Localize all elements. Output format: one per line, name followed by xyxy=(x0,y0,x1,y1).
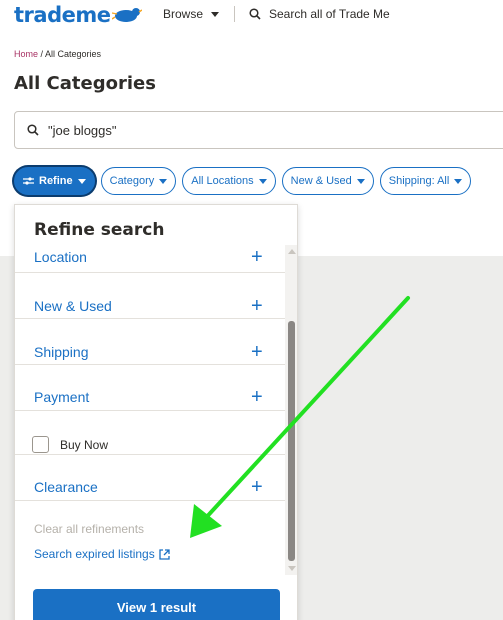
top-navigation: trademe Browse Search all of Trade Me xyxy=(0,0,503,32)
condition-label: New & Used xyxy=(290,175,352,187)
clear-all-refinements: Clear all refinements xyxy=(34,522,145,536)
refine-panel-title: Refine search xyxy=(34,220,165,240)
plus-icon: + xyxy=(251,295,263,317)
plus-icon: + xyxy=(251,476,263,498)
trademe-logo[interactable]: trademe xyxy=(14,2,143,28)
refine-label: Refine xyxy=(39,175,73,187)
view-results-button[interactable]: View 1 result xyxy=(33,589,280,620)
category-filter[interactable]: Category xyxy=(100,167,177,195)
refine-row-label: New & Used xyxy=(34,298,112,314)
plus-icon: + xyxy=(251,386,263,408)
refine-row-label: Location xyxy=(34,249,87,265)
category-label: Category xyxy=(109,175,155,187)
refine-row-label: Shipping xyxy=(34,344,89,360)
sliders-icon xyxy=(23,177,34,185)
scroll-up-arrow-icon[interactable] xyxy=(288,249,296,254)
chevron-down-icon xyxy=(159,178,168,184)
filter-bar: Refine Category All Locations New & Used… xyxy=(14,167,472,195)
header-divider xyxy=(234,6,235,22)
refine-panel: Refine search Location + New & Used + Sh… xyxy=(14,204,298,620)
condition-filter[interactable]: New & Used xyxy=(281,167,374,195)
scrollbar-thumb[interactable] xyxy=(288,321,295,561)
chevron-down-icon xyxy=(356,178,365,184)
refine-row-new-used[interactable]: New & Used + xyxy=(15,273,285,319)
search-expired-label: Search expired listings xyxy=(34,547,155,561)
search-expired-listings-link[interactable]: Search expired listings xyxy=(34,547,170,561)
plus-icon: + xyxy=(251,341,263,363)
chevron-down-icon xyxy=(211,11,220,17)
chevron-down-icon xyxy=(258,178,267,184)
browse-menu[interactable]: Browse xyxy=(163,7,220,21)
breadcrumb-separator: / xyxy=(38,49,46,59)
buy-now-label: Buy Now xyxy=(60,438,109,452)
refine-row-label: Clearance xyxy=(34,479,98,495)
browse-label: Browse xyxy=(163,7,204,21)
refine-row-shipping[interactable]: Shipping + xyxy=(15,319,285,365)
page-title: All Categories xyxy=(14,73,156,94)
breadcrumb: Home / All Categories xyxy=(14,49,101,59)
chevron-down-icon xyxy=(454,178,463,184)
refine-row-clearance[interactable]: Clearance + xyxy=(15,455,285,501)
refine-row-buy-now[interactable]: Buy Now xyxy=(15,411,285,455)
refine-row-label: Payment xyxy=(34,389,90,405)
refine-row-location[interactable]: Location + xyxy=(15,245,285,273)
logo-text: trademe xyxy=(14,3,111,27)
shipping-label: Shipping: All xyxy=(388,175,450,187)
panel-scrollbar[interactable] xyxy=(285,245,297,575)
search-input[interactable]: "joe bloggs" xyxy=(14,111,503,149)
scroll-down-arrow-icon[interactable] xyxy=(288,566,296,571)
breadcrumb-current: All Categories xyxy=(45,49,102,59)
shipping-filter[interactable]: Shipping: All xyxy=(379,167,472,195)
search-icon xyxy=(27,124,39,136)
search-icon xyxy=(249,8,261,20)
refine-row-payment[interactable]: Payment + xyxy=(15,365,285,411)
refine-button[interactable]: Refine xyxy=(14,167,95,195)
plus-icon: + xyxy=(251,246,263,268)
breadcrumb-home[interactable]: Home xyxy=(14,49,38,59)
location-filter[interactable]: All Locations xyxy=(182,167,276,195)
header-search[interactable]: Search all of Trade Me xyxy=(249,7,390,21)
location-label: All Locations xyxy=(191,175,254,187)
header-search-label: Search all of Trade Me xyxy=(269,7,390,21)
buy-now-checkbox[interactable] xyxy=(32,436,49,453)
refine-options-list: Location + New & Used + Shipping + Payme… xyxy=(15,245,285,575)
chevron-down-icon xyxy=(77,178,86,184)
kiwi-icon xyxy=(112,8,143,22)
external-link-icon xyxy=(159,548,170,560)
search-value: "joe bloggs" xyxy=(48,122,117,138)
